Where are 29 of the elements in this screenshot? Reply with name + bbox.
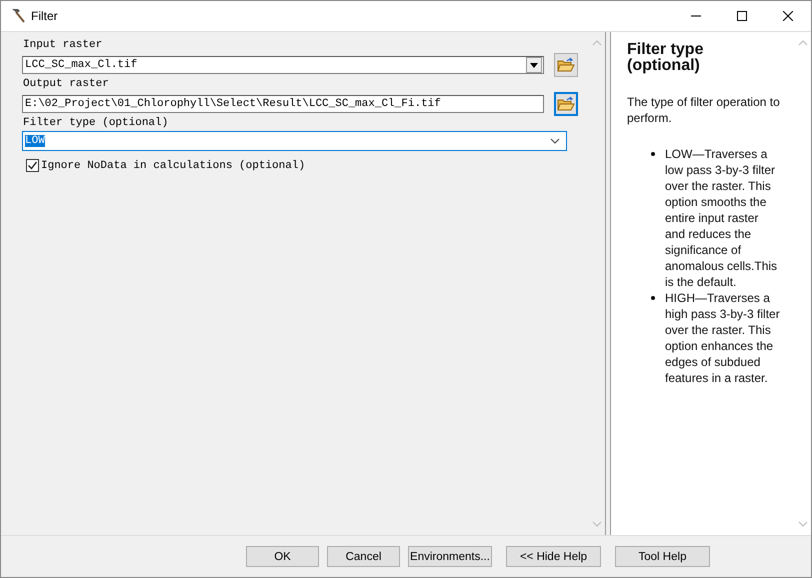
input-field[interactable]: LCC_SC_max_Cl.tif: [22, 56, 544, 74]
scroll-up-icon[interactable]: [592, 40, 602, 46]
checkbox[interactable]: [26, 159, 39, 172]
browse-button[interactable]: [554, 92, 578, 116]
dialog-button[interactable]: OK: [246, 546, 319, 567]
dialog-button[interactable]: Tool Help: [615, 546, 710, 567]
parameter-label: Filter type (optional): [23, 117, 170, 130]
help-bullet-text: LOW—Traverses a low pass 3-by-3 filter over the raster. This option smooths the entire input raster and reduces the significance of anomalous cells.This is the default.: [665, 146, 778, 290]
parameter-label: Input raster: [23, 39, 104, 52]
dropdown-field[interactable]: LOW: [22, 131, 567, 151]
help-description: The type of filter operation to perform.: [627, 94, 780, 126]
chevron-down-icon: [550, 138, 560, 144]
scroll-down-icon[interactable]: [592, 521, 602, 527]
close-icon: [783, 11, 793, 21]
help-bullet-text: HIGH—Traverses a high pass 3-by-3 filter over the raster. This option enhances the edges of subdued features in a raster.: [665, 290, 780, 386]
scroll-up-icon[interactable]: [798, 40, 808, 46]
bullet-icon: [651, 296, 655, 300]
bullet-icon: [651, 152, 655, 156]
parameter-label: Output raster: [23, 78, 110, 91]
input-field[interactable]: E:\02_Project\01_Chlorophyll\Select\Result\LCC_SC_max_Cl_Fi.tif: [22, 95, 544, 113]
window-title: Filter: [31, 9, 58, 23]
browse-button[interactable]: [554, 53, 578, 77]
dialog-button[interactable]: << Hide Help: [506, 546, 601, 567]
checkbox-label: Ignore NoData in calculations (optional): [41, 160, 306, 172]
scroll-down-icon[interactable]: [798, 521, 808, 527]
maximize-icon: [737, 11, 747, 21]
dialog-button[interactable]: Environments...: [408, 546, 492, 567]
help-title: Filter type (optional): [627, 42, 704, 74]
dialog-button[interactable]: Cancel: [327, 546, 400, 567]
